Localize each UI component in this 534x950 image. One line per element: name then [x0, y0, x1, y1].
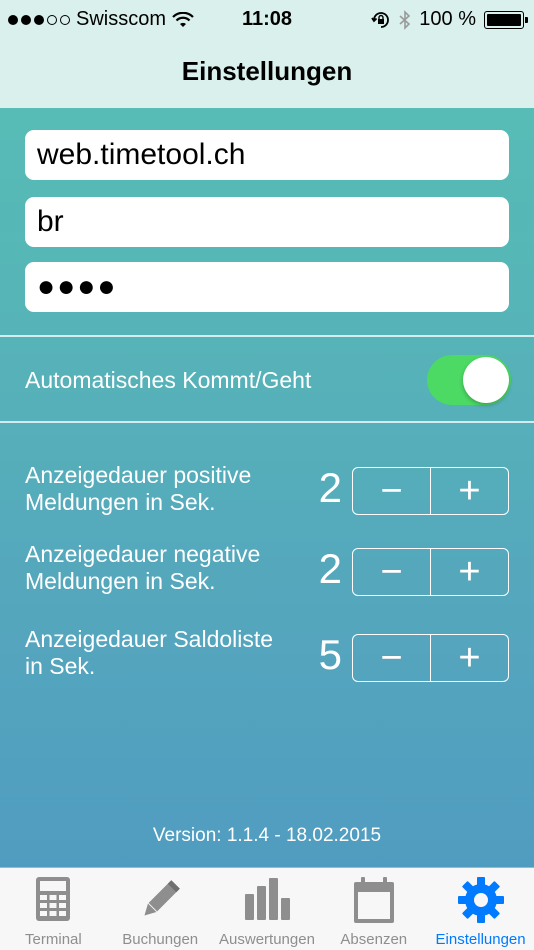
password-field[interactable]: ●●●●: [25, 262, 509, 312]
divider: [0, 421, 534, 423]
tab-buchungen[interactable]: Buchungen: [107, 868, 214, 950]
setting-label-line: in Sek.: [25, 653, 96, 679]
stepper-positive: − +: [352, 467, 509, 515]
setting-label-line: Anzeigedauer Saldoliste: [25, 626, 274, 652]
username-value: br: [37, 205, 64, 238]
tab-label: Buchungen: [122, 931, 199, 948]
tab-label: Auswertungen: [219, 931, 315, 948]
decrement-button[interactable]: −: [353, 635, 430, 681]
server-value: web.timetool.ch: [37, 138, 246, 171]
decrement-button[interactable]: −: [353, 549, 430, 595]
stepper-negative: − +: [352, 548, 509, 596]
setting-value-saldoliste: 5: [318, 631, 342, 678]
decrement-button[interactable]: −: [353, 468, 430, 514]
server-field[interactable]: web.timetool.ch: [25, 130, 509, 180]
tab-terminal[interactable]: Terminal: [0, 868, 107, 950]
page-title: Einstellungen: [181, 56, 353, 86]
setting-label-negative: Anzeigedauer negative Meldungen in Sek.: [25, 541, 260, 595]
stepper-saldoliste: − +: [352, 634, 509, 682]
setting-label-saldoliste: Anzeigedauer Saldoliste in Sek.: [25, 626, 273, 680]
status-bar: Swisscom 11:08 100 %: [0, 0, 534, 38]
toggle-knob: [463, 357, 509, 403]
bar-chart-icon: [244, 878, 290, 920]
setting-label-positive: Anzeigedauer positive Meldungen in Sek.: [25, 462, 251, 516]
battery-percent: 100 %: [419, 8, 476, 30]
gear-icon: [457, 877, 504, 923]
tab-label: Terminal: [25, 931, 82, 948]
setting-label-line: Anzeigedauer positive: [25, 462, 252, 488]
bluetooth-icon: [399, 9, 411, 30]
setting-value-positive: 2: [318, 464, 342, 511]
tab-auswertungen[interactable]: Auswertungen: [214, 868, 321, 950]
battery-icon: [484, 10, 528, 29]
increment-button[interactable]: +: [430, 635, 508, 681]
tab-label: Absenzen: [340, 931, 408, 948]
setting-label-line: Meldungen in Sek.: [25, 568, 216, 594]
tab-bar: Terminal Buchungen Auswertungen Absenzen: [0, 867, 534, 950]
pencil-icon: [144, 880, 180, 916]
divider: [0, 335, 534, 337]
setting-label-line: Anzeigedauer negative: [25, 541, 261, 567]
username-field[interactable]: br: [25, 197, 509, 247]
version-label: Version: 1.1.4 - 18.02.2015: [152, 825, 382, 846]
setting-value-negative: 2: [318, 545, 342, 592]
auto-toggle-label: Automatisches Kommt/Geht: [25, 367, 312, 393]
password-value: ●●●●: [37, 270, 118, 303]
increment-button[interactable]: +: [430, 468, 508, 514]
calendar-icon: [353, 877, 394, 923]
status-right: 100 %: [371, 8, 528, 31]
setting-label-line: Meldungen in Sek.: [25, 489, 216, 515]
tab-einstellungen[interactable]: Einstellungen: [427, 868, 534, 950]
calculator-icon: [36, 877, 71, 921]
rotation-lock-icon: [371, 11, 390, 28]
tab-absenzen[interactable]: Absenzen: [320, 868, 427, 950]
increment-button[interactable]: +: [430, 549, 508, 595]
auto-kommt-geht-toggle[interactable]: [427, 355, 511, 405]
tab-label: Einstellungen: [435, 931, 526, 948]
